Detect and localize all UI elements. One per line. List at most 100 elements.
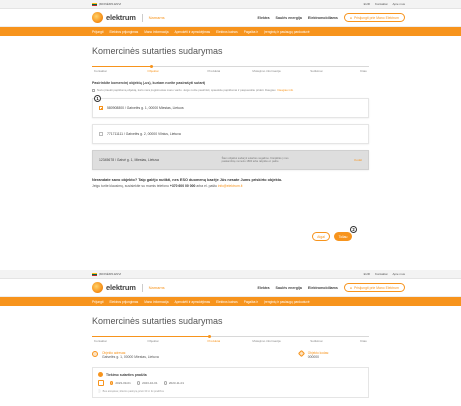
progress-stepper-2: Kontaktai Objektai Produktai Mokėjimo in… — [92, 334, 369, 344]
nav-electricity[interactable]: Elektra — [258, 16, 270, 20]
segment-switch[interactable]: Namams — [149, 15, 165, 20]
main-content-2: Komercinės sutarties sudarymas Kontaktai… — [0, 306, 461, 398]
topbar-link-contacts-2[interactable]: Kontaktai — [375, 272, 388, 276]
form-actions: Atgal Toliau 2 — [312, 226, 357, 241]
address-value: Gatvelės g. 1, 00000 Miestas, Lietuva — [102, 355, 159, 359]
topbar-link-contacts[interactable]: Kontaktai — [375, 2, 388, 6]
object-card-2[interactable]: 771711111 / Gatvelės g. 2, 00000 Vilnius… — [92, 124, 369, 144]
subnav-item-1[interactable]: Elektros prijungimas — [110, 30, 139, 34]
subnav2-item-3[interactable]: Apmokėti ir apmokėjimas — [175, 300, 211, 304]
subnav2-item-1[interactable]: Elektros prijungimas — [110, 300, 139, 304]
step2-objects: Objektai — [147, 339, 159, 343]
support-phone[interactable]: +370 600 00 000 — [170, 184, 196, 188]
radio-date-2[interactable]: 2023-10-01 — [136, 381, 158, 385]
object-label-1: 580908800 / Gatvelės g. 1, 00000 Miestas… — [107, 106, 184, 110]
more-info-link[interactable]: Daugiau info — [277, 88, 293, 92]
nav-electricity-2[interactable]: Elektra — [258, 286, 270, 290]
subnav-item-5[interactable]: Pagalba ir — [244, 30, 258, 34]
support-email[interactable]: info@elektrum.lt — [218, 184, 243, 188]
brand-name: elektrum — [106, 13, 136, 22]
client-login-button-2[interactable]: ● Prisijungti prie Mano Elektrum — [343, 283, 405, 292]
calendar-icon[interactable] — [98, 380, 104, 386]
client-login-label: Prisijungti prie Mano Elektrum — [353, 15, 399, 20]
stepper-progress-2 — [92, 336, 212, 337]
object-card-3: 12345678 / Gatvė g. 1, Miestas, Lietuva … — [92, 150, 369, 170]
step-products: Produktai — [207, 69, 221, 73]
main-header: elektrum Namams Elektra Saulės energija … — [0, 9, 461, 27]
next-button[interactable]: Toliau 2 — [334, 226, 357, 241]
orange-subnav-2: Prijungti Elektros prijungimas Mano info… — [0, 297, 461, 306]
screenshot-products-step: ĮMONĖMS ENVI EUR Kontaktai Apie mus elek… — [0, 258, 461, 406]
not-found-text: Jeigu turite klausimų, susisiekite su mu… — [92, 184, 369, 188]
radio-date-3[interactable]: 2023-11-01 — [163, 381, 185, 385]
object-label-2: 771711111 / Gatvelės g. 2, 00000 Vilnius… — [107, 132, 181, 136]
supply-start-panel: Tiekimo sutarties pradžia 2023-09-01 202… — [92, 367, 369, 398]
object-checkbox-2[interactable] — [99, 132, 103, 136]
elektrum-logo-icon — [92, 12, 103, 23]
step2-consents: Sutikimai — [310, 339, 323, 343]
segment-switch-2[interactable]: Namams — [149, 285, 165, 290]
add-object-checkbox[interactable] — [92, 88, 95, 92]
step-contacts: Kontaktai — [94, 69, 107, 73]
topbar-link-about[interactable]: Apie mus — [392, 2, 405, 6]
nav-ev[interactable]: Elektromobiliams — [308, 16, 338, 20]
subnav2-item-2[interactable]: Mano informacija — [144, 300, 168, 304]
object-card-1[interactable]: 1 580908800 / Gatvelės g. 1, 00000 Miest… — [92, 95, 369, 118]
language-label-2: ĮMONĖMS ENVI — [99, 272, 122, 276]
user-icon: ● — [349, 285, 352, 290]
user-icon: ● — [349, 15, 352, 20]
code-value: 000000 — [307, 355, 320, 359]
step-badge-1: 1 — [94, 95, 101, 102]
nav-solar-2[interactable]: Saulės energija — [276, 286, 302, 290]
nav-ev-2[interactable]: Elektromobiliams — [308, 286, 338, 290]
topbar-link-currency-2[interactable]: EUR — [364, 272, 370, 276]
main-content: Komercinės sutarties sudarymas Kontaktai… — [0, 36, 461, 188]
page-title-2: Komercinės sutarties sudarymas — [92, 316, 223, 326]
nav-solar[interactable]: Saulės energija — [276, 16, 302, 20]
subnav-item-6[interactable]: Įrenginių ir paslaugų parduotuvė — [264, 30, 310, 34]
page-title: Komercinės sutarties sudarymas — [92, 46, 223, 56]
supply-start-title: Tiekimo sutarties pradžia — [106, 372, 147, 377]
client-login-button[interactable]: ● Prisijungti prie Mano Elektrum — [343, 13, 405, 22]
subnav-item-4[interactable]: Elektros kainos — [216, 30, 238, 34]
stepper-current-dot — [150, 64, 154, 68]
step-next: Kitas — [360, 69, 367, 73]
logo-divider-2 — [141, 283, 143, 292]
subnav-item-2[interactable]: Mano informacija — [144, 30, 168, 34]
radio-date-2-label: 2023-10-01 — [142, 381, 158, 385]
brand-logo-2[interactable]: elektrum Namams — [92, 282, 165, 293]
object-address: Objekto adresas: Gatvelės g. 1, 00000 Mi… — [92, 351, 159, 359]
subnav2-item-5[interactable]: Pagalba ir — [244, 300, 258, 304]
radio-date-1[interactable]: 2023-09-01 — [110, 381, 131, 385]
screenshot-objects-step: ĮMONĖMS ENVI EUR Kontaktai Apie mus elek… — [0, 0, 461, 258]
subnav2-item-0[interactable]: Prijungti — [92, 300, 104, 304]
warning-icon — [297, 349, 305, 358]
topbar-link-currency[interactable]: EUR — [364, 2, 370, 6]
language-label: ĮMONĖMS ENVI — [99, 2, 122, 6]
supply-fine-print: ⓘ Bus atsiųstas į kliento paskyrą prieš … — [98, 389, 363, 394]
not-found-prefix: Jeigu turite klausimų, susisiekite su mu… — [92, 184, 169, 188]
radio-date-3-label: 2023-11-01 — [168, 381, 185, 385]
not-found-mid: arba el. paštu — [196, 184, 217, 188]
add-object-checkbox-row[interactable]: Noriu įtraukti papildomą objektą, kuris … — [92, 88, 369, 92]
subnav2-item-4[interactable]: Elektros kainos — [216, 300, 238, 304]
brand-logo[interactable]: elektrum Namams — [92, 12, 165, 23]
language-switch-2[interactable]: ĮMONĖMS ENVI — [92, 272, 121, 276]
subnav2-item-6[interactable]: Įrenginių ir paslaugų parduotuvė — [264, 300, 310, 304]
back-button[interactable]: Atgal — [312, 232, 330, 241]
elektrum-logo-icon — [92, 282, 103, 293]
language-switch[interactable]: ĮMONĖMS ENVI — [92, 2, 121, 6]
logo-divider — [141, 13, 143, 22]
flag-icon — [92, 2, 97, 6]
object-why-link[interactable]: Kodėl — [354, 158, 362, 162]
object-checkbox-1[interactable] — [99, 106, 103, 110]
brand-name-2: elektrum — [106, 283, 136, 292]
subnav-item-3[interactable]: Apmokėti ir apmokėjimas — [175, 30, 211, 34]
object-info-row: Objekto adresas: Gatvelės g. 1, 00000 Mi… — [92, 349, 369, 359]
add-object-text: Noriu įtraukti papildomą objektą, kuris … — [97, 88, 276, 92]
next-button-label: Toliau — [338, 234, 348, 239]
step2-next: Kitas — [360, 339, 367, 343]
topbar-link-about-2[interactable]: Apie mus — [392, 272, 405, 276]
step-badge-2: 2 — [350, 226, 357, 233]
subnav-item-0[interactable]: Prijungti — [92, 30, 104, 34]
